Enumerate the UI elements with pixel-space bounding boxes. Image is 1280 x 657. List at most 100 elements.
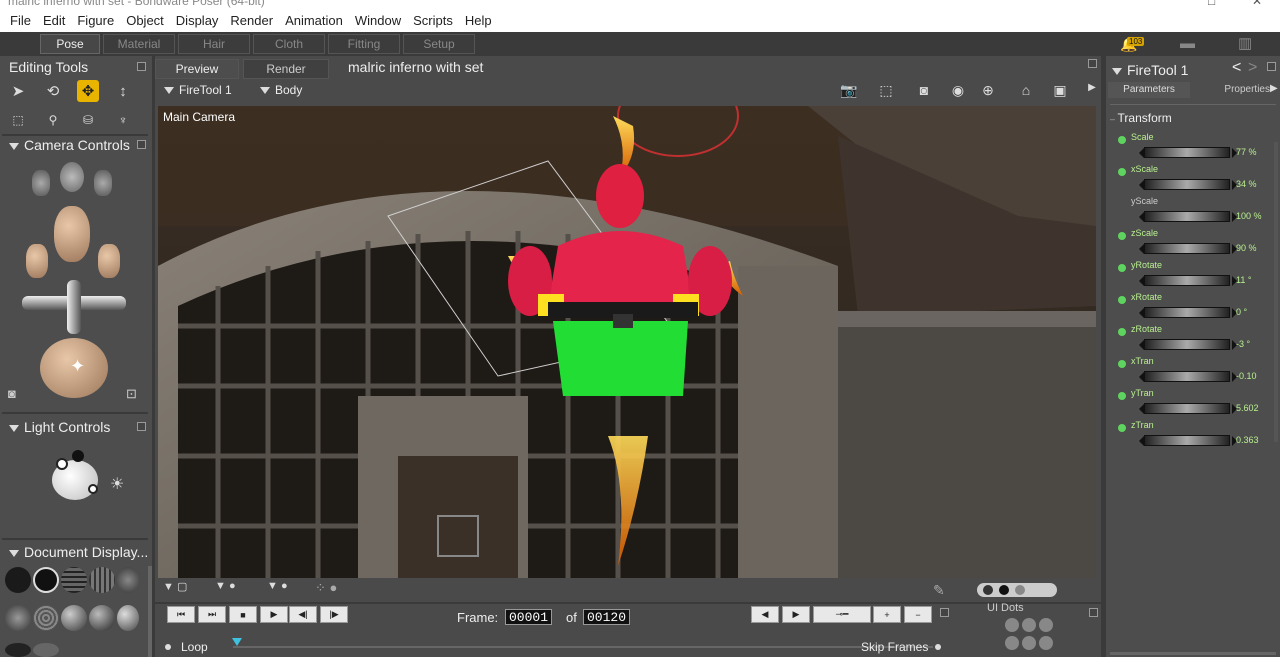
head-camera-icon[interactable] [54,206,90,262]
color-tool-icon[interactable]: ♆ [112,109,134,131]
panel-scrollbar[interactable] [1110,652,1276,655]
total-frames-field[interactable]: 00120 [583,609,631,625]
param-xrotate[interactable]: xRotate 0 ° [1106,291,1280,323]
camera-fly-icon[interactable]: ⌂ [1015,82,1037,100]
param-dial[interactable] [1144,147,1230,158]
style-outline[interactable] [33,567,59,593]
taper-tool-icon[interactable]: ⬚ [7,109,29,131]
param-value[interactable]: 0.363 [1236,435,1276,445]
remove-key-button[interactable]: − [904,606,932,623]
editing-tools-menu[interactable] [137,62,146,71]
camera-pan-icon[interactable]: ▣ [1049,82,1071,100]
playback-menu[interactable] [940,608,949,617]
param-dial[interactable] [1144,179,1230,190]
param-yscale[interactable]: yScale 100 % [1106,195,1280,227]
menu-display[interactable]: Display [170,13,225,28]
move-xz-hand-icon[interactable] [26,244,48,278]
param-dial[interactable] [1144,243,1230,254]
style-texture-shaded[interactable] [117,605,139,631]
next-actor-icon[interactable]: > [1248,59,1257,77]
ui-dots-menu[interactable] [1089,608,1098,617]
3d-viewport[interactable]: Main Camera [158,106,1096,578]
ui-dots-bar[interactable] [977,583,1057,597]
panel-menu[interactable] [1267,62,1276,71]
param-dial[interactable] [1144,275,1230,286]
param-zrotate[interactable]: zRotate -3 ° [1106,323,1280,355]
style-flat-shaded[interactable] [5,605,31,631]
skip-frames-toggle[interactable] [935,644,941,650]
param-zscale[interactable]: zScale 90 % [1106,227,1280,259]
close-icon[interactable]: ✕ [1252,0,1262,8]
sun-icon[interactable]: ☀ [110,474,124,494]
viewport-options-icon[interactable]: ▼ ▢ [163,580,187,593]
menu-edit[interactable]: Edit [37,13,71,28]
param-scale[interactable]: Scale 77 % [1106,131,1280,163]
select-tool-icon[interactable]: ➤ [7,80,29,102]
stop-button[interactable]: ■ [229,606,257,623]
camera-snapshot-icon[interactable]: ◙ [8,386,16,401]
style-smooth-shaded[interactable] [89,605,115,631]
group-transform[interactable]: Transform [1118,111,1172,125]
param-value[interactable]: 77 % [1236,147,1276,157]
move-xy-hand-icon[interactable] [98,244,120,278]
face-camera-icon[interactable] [60,162,84,192]
style-wireframe[interactable] [61,567,87,593]
next-key-button[interactable]: ▶ [782,606,810,623]
light-handle-1[interactable] [56,458,68,470]
camera-lock-icon[interactable]: ⊡ [126,386,137,402]
camera-controls-widget[interactable]: ✦ [10,160,138,400]
param-xscale[interactable]: xScale 34 % [1106,163,1280,195]
add-key-button[interactable]: + [873,606,901,623]
chain-tool-icon[interactable]: ⛁ [77,109,99,131]
param-scrollbar[interactable] [1274,142,1278,442]
tab-parameters[interactable]: Parameters [1108,82,1190,98]
next-frame-button[interactable]: |▶ [320,606,348,623]
maximize-icon[interactable]: □ [1208,0,1215,8]
style-hidden-line[interactable] [89,567,115,593]
tab-hair[interactable]: Hair [178,34,250,54]
camera-focus-icon[interactable]: ◙ [913,82,935,100]
chat-icon[interactable]: ▬ [1180,35,1195,52]
param-value[interactable]: 0 ° [1236,307,1276,317]
menu-file[interactable]: File [4,13,37,28]
loop-toggle[interactable] [165,644,171,650]
tab-render[interactable]: Render [243,59,329,79]
light-handle-3[interactable] [88,484,98,494]
last-frame-button[interactable]: ⏭ [198,606,226,623]
tab-preview[interactable]: Preview [155,59,239,79]
param-dial[interactable] [1144,403,1230,414]
figure-options-icon[interactable]: ⁘ ● [315,580,337,596]
param-ztran[interactable]: zTran 0.363 [1106,419,1280,451]
style-extra-1[interactable] [5,643,31,657]
prev-key-button[interactable]: ◀ [751,606,779,623]
param-dial[interactable] [1144,307,1230,318]
library-icon[interactable]: ▥ [1238,34,1252,52]
menu-help[interactable]: Help [459,13,498,28]
trackball-handle[interactable] [67,280,81,334]
param-value[interactable]: 11 ° [1236,275,1276,285]
tab-pose[interactable]: Pose [40,34,100,54]
document-menu[interactable] [1088,59,1097,68]
left-scrollbar[interactable] [148,566,152,657]
menu-scripts[interactable]: Scripts [407,13,459,28]
rotate-tool-icon[interactable]: ⟲ [42,80,64,102]
light-handle-2[interactable] [72,450,84,462]
prev-actor-icon[interactable]: < [1232,59,1241,77]
param-value[interactable]: -0.10 [1236,371,1276,381]
current-frame-field[interactable]: 00001 [505,609,553,625]
camera-next-icon[interactable]: ▶ [1081,82,1103,100]
actor-select[interactable]: FireTool 1 [164,83,232,97]
param-yrotate[interactable]: yRotate 11 ° [1106,259,1280,291]
tab-properties[interactable]: Properties [1196,82,1270,98]
prev-frame-button[interactable]: ◀| [289,606,317,623]
param-value[interactable]: 34 % [1236,179,1276,189]
param-value[interactable]: 100 % [1236,211,1276,221]
menu-render[interactable]: Render [224,13,279,28]
param-ytran[interactable]: yTran 5.602 [1106,387,1280,419]
tab-fitting[interactable]: Fitting [328,34,400,54]
camera-controls-menu[interactable] [137,140,146,149]
camera-icon[interactable]: 📷 [838,82,860,100]
pencil-icon[interactable]: ✎ [933,582,945,599]
left-hand-camera-icon[interactable] [32,170,50,196]
camera-frame-icon[interactable]: ⬚ [875,82,897,100]
